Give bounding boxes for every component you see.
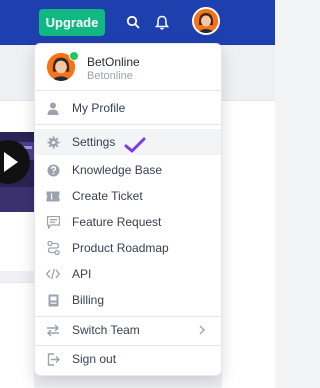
gear-icon [46,135,60,149]
video-thumbnail[interactable] [0,132,34,212]
play-icon [0,140,34,212]
user-info: BetOnline Betonline [35,44,221,90]
menu-label: Billing [72,293,105,307]
menu-item-create-ticket[interactable]: Create Ticket [35,183,221,209]
online-status-dot [69,51,79,61]
chevron-right-icon [199,325,205,335]
menu-item-product-roadmap[interactable]: Product Roadmap [35,235,221,261]
menu-item-my-profile[interactable]: My Profile [35,95,221,121]
sign-out-icon [46,352,60,366]
person-icon [46,101,60,115]
route-icon [46,241,60,255]
code-icon [46,267,60,281]
billing-icon [46,293,60,307]
user-avatar-button[interactable] [192,7,220,35]
top-navigation-bar: Upgrade [0,0,275,45]
checkmark-icon [124,137,146,153]
menu-label: Sign out [72,352,117,366]
menu-item-api[interactable]: API [35,261,221,287]
menu-label: API [72,267,92,281]
avatar-icon [194,9,218,33]
user-team: Betonline [87,70,133,82]
question-icon [46,163,60,177]
menu-item-knowledge-base[interactable]: Knowledge Base [35,157,221,183]
user-name: BetOnline [87,55,140,69]
menu-label: Switch Team [72,323,140,337]
menu-item-billing[interactable]: Billing [35,287,221,313]
menu-label: My Profile [72,101,126,115]
divider [35,90,221,91]
left-content-panel-lower [0,282,34,388]
menu-label: Settings [72,135,116,149]
ticket-icon [46,189,60,203]
menu-item-switch-team[interactable]: Switch Team [35,317,221,343]
right-content-panel [222,100,275,388]
divider [35,124,221,125]
bell-icon[interactable] [152,12,172,32]
menu-label: Product Roadmap [72,241,169,255]
menu-label: Feature Request [72,215,162,229]
switch-icon [46,323,60,337]
menu-item-feature-request[interactable]: Feature Request [35,209,221,235]
user-dropdown-menu: BetOnline Betonline My Profile Settings … [34,43,222,376]
message-icon [46,215,60,229]
search-icon[interactable] [123,12,143,32]
menu-label: Create Ticket [72,189,143,203]
menu-item-sign-out[interactable]: Sign out [35,346,221,372]
menu-label: Knowledge Base [72,163,163,177]
upgrade-button[interactable]: Upgrade [39,9,105,36]
